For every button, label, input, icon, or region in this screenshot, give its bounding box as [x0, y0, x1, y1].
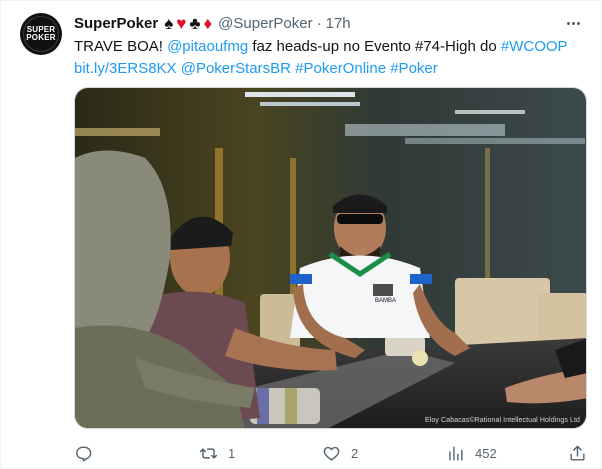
mention-link[interactable]: @PokerStarsBR — [181, 60, 291, 77]
text-middle: faz heads-up no Evento #74-High do — [248, 38, 501, 55]
jersey-text: BAMBA — [375, 298, 396, 304]
reply-icon — [76, 445, 92, 461]
poker-table-photo: BAMBA — [75, 88, 586, 428]
author-name[interactable]: SuperPoker — [74, 15, 158, 32]
mention-link[interactable]: @pitaoufmg — [167, 38, 248, 55]
heart-icon: ♥ — [176, 13, 187, 33]
retweet-button[interactable]: 1 — [199, 441, 235, 465]
author-name-suits: ♠ ♥ ♣ ♦ — [164, 15, 212, 32]
views-icon — [449, 445, 463, 461]
like-icon — [323, 446, 340, 461]
tweet-text: TRAVE BOA! @pitaoufmg faz heads-up no Ev… — [74, 36, 594, 80]
tweet-card[interactable]: SUPER POKER SuperPoker ♠ ♥ ♣ ♦ @SuperPok… — [0, 0, 602, 469]
text-prefix: TRAVE BOA! — [74, 38, 168, 55]
like-button[interactable]: 2 — [322, 441, 358, 465]
club-icon: ♣ — [189, 13, 201, 33]
share-button[interactable] — [568, 441, 587, 465]
retweet-icon — [199, 447, 218, 459]
spade-icon: ♠ — [164, 13, 174, 33]
author-handle[interactable]: @SuperPoker — [218, 15, 312, 32]
avatar[interactable]: SUPER POKER — [20, 13, 62, 55]
hashtag-link[interactable]: #Poker — [390, 60, 438, 77]
share-icon — [570, 445, 585, 461]
reply-button[interactable] — [74, 441, 103, 465]
action-bar: 1 2 452 — [74, 441, 587, 465]
photo-credit: Eloy Cabacas©Rational Intellectual Holdi… — [425, 417, 580, 424]
tweet-header: SuperPoker ♠ ♥ ♣ ♦ @SuperPoker · 17h — [74, 12, 351, 34]
url-link[interactable]: bit.ly/3ERS8KX — [74, 60, 177, 77]
views-count: 452 — [475, 445, 497, 461]
separator-dot: · — [316, 14, 322, 32]
diamond-icon: ♦ — [203, 13, 213, 33]
timestamp[interactable]: 17h — [326, 15, 351, 32]
retweet-count: 1 — [228, 445, 236, 461]
avatar-ring — [23, 16, 59, 52]
like-count: 2 — [351, 445, 359, 461]
more-icon[interactable] — [562, 12, 584, 34]
hashtag-link[interactable]: #PokerOnline — [295, 60, 386, 77]
hashtag-link[interactable]: #WCOOP — [501, 38, 568, 55]
tweet-photo[interactable]: BAMBA Eloy Cabacas©Rational Intellectual… — [74, 87, 587, 429]
views-button[interactable]: 452 — [446, 441, 497, 465]
